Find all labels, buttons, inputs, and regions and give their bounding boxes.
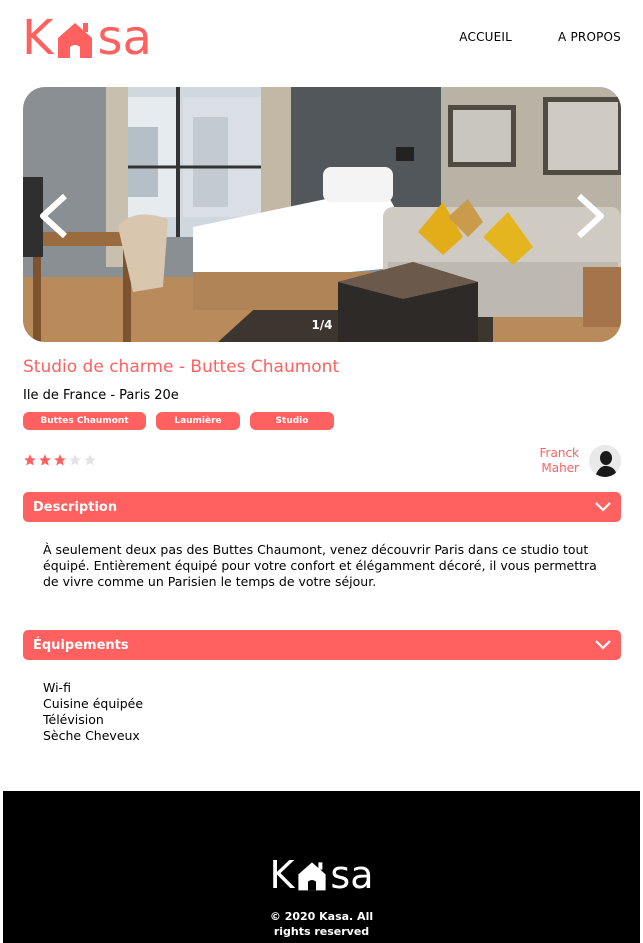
logo-letter-k: K [269, 853, 295, 897]
listing-title: Studio de charme - Buttes Chaumont [23, 357, 340, 377]
tag: Studio [250, 412, 334, 430]
house-icon [298, 862, 327, 891]
star-filled-icon [39, 454, 51, 466]
host-first-name: Franck [539, 446, 579, 460]
tag: Laumière [156, 412, 240, 430]
list-item: Wi-fi [43, 680, 71, 695]
listing-location: Ile de France - Paris 20e [23, 388, 179, 403]
kasa-logo[interactable]: K sa [22, 10, 152, 62]
photo-carousel: 1/4 [23, 87, 621, 342]
description-title: Description [33, 499, 118, 515]
photo-counter: 1/4 [311, 318, 333, 332]
equipments-collapse: Équipements Wi-fi Cuisine équipée Télévi… [23, 630, 621, 764]
chevron-down-icon [595, 640, 611, 650]
site-header: K sa ACCUEIL A PROPOS [0, 0, 643, 80]
main-nav: ACCUEIL A PROPOS [459, 30, 621, 44]
rating-stars [23, 453, 97, 467]
star-empty-icon [69, 454, 81, 466]
star-empty-icon [84, 454, 96, 466]
nav-link-a-propos[interactable]: A PROPOS [558, 30, 621, 44]
host-info: Franck Maher [529, 445, 621, 477]
tag-list: Buttes Chaumont Laumière Studio [23, 412, 334, 430]
description-collapse: Description À seulement deux pas des But… [23, 492, 621, 610]
footer-logo: K sa [3, 855, 640, 895]
tag: Buttes Chaumont [23, 412, 146, 430]
logo-letters-sa: sa [330, 853, 374, 897]
logo-letter-k: K [22, 10, 54, 66]
next-arrow-icon[interactable] [569, 191, 609, 241]
list-item: Télévision [43, 712, 104, 727]
star-filled-icon [54, 454, 66, 466]
house-icon [58, 23, 93, 58]
equipments-title: Équipements [33, 637, 129, 653]
equipments-toggle[interactable]: Équipements [23, 630, 621, 660]
nav-link-accueil[interactable]: ACCUEIL [459, 30, 512, 44]
host-name: Franck Maher [529, 446, 579, 476]
host-last-name: Maher [541, 461, 579, 475]
description-toggle[interactable]: Description [23, 492, 621, 522]
copyright-line-1: © 2020 Kasa. All [269, 910, 374, 923]
list-item: Cuisine équipée [43, 696, 144, 711]
description-text: À seulement deux pas des Buttes Chaumont… [43, 542, 597, 589]
listing-photo [23, 87, 621, 342]
copyright-line-2: rights reserved [273, 925, 370, 938]
star-filled-icon [24, 454, 36, 466]
equipments-list: Wi-fi Cuisine équipée Télévision Sèche C… [23, 660, 621, 764]
list-item: Sèche Cheveux [43, 728, 140, 743]
chevron-down-icon [595, 502, 611, 512]
previous-arrow-icon[interactable] [35, 191, 75, 241]
logo-letters-sa: sa [97, 10, 152, 66]
host-avatar [589, 445, 621, 477]
copyright-text: © 2020 Kasa. All rights reserved [3, 909, 640, 939]
site-footer: K sa © 2020 Kasa. All rights reserved [3, 791, 640, 943]
